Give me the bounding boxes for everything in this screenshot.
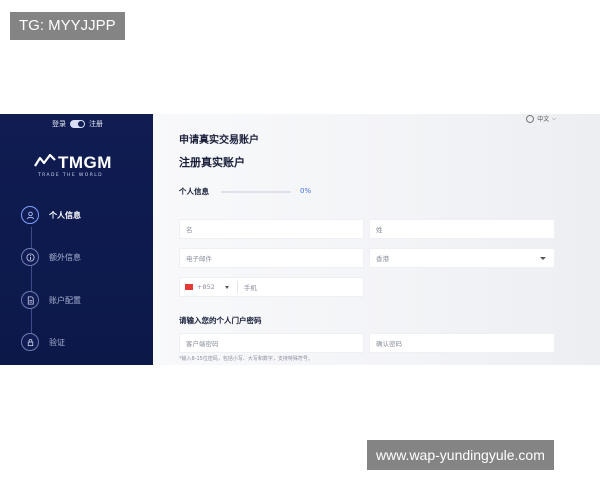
country-code[interactable]: +852 [197, 283, 215, 291]
placeholder: 姓 [376, 226, 383, 234]
confirm-password-input[interactable]: 确认密码 [369, 333, 555, 353]
user-icon [21, 206, 39, 224]
language-selector[interactable]: 中文 ⌵ [526, 114, 556, 123]
step-verification[interactable]: 验证 [21, 332, 65, 352]
caret-down-icon [540, 257, 546, 260]
phone-input[interactable]: +852 手机 [179, 277, 364, 297]
country-select[interactable]: 香港 [369, 248, 555, 268]
register-label: 注册 [89, 120, 103, 128]
password-section-title: 请输入您的个人门户密码 [179, 316, 262, 325]
step-label: 验证 [49, 337, 65, 347]
placeholder: 客户端密码 [186, 340, 219, 348]
document-icon [21, 291, 39, 309]
placeholder: 名 [186, 226, 193, 234]
watermark-bottom: www.wap-yundingyule.com [367, 440, 554, 470]
tmgm-logo: TMGM TRADE THE WORLD [34, 150, 124, 180]
step-account-config[interactable]: 账户配置 [21, 290, 81, 310]
lock-icon [21, 333, 39, 351]
last-name-input[interactable]: 姓 [369, 219, 555, 239]
progress-percent: 0% [300, 187, 312, 195]
step-label: 额外信息 [49, 252, 81, 262]
first-name-input[interactable]: 名 [179, 219, 364, 239]
page-title: 申请真实交易账户 [179, 135, 259, 146]
email-input[interactable]: 电子邮件 [179, 248, 364, 268]
toggle-switch[interactable] [70, 120, 85, 128]
registration-form-area: 中文 ⌵ 申请真实交易账户 注册真实账户 个人信息 0% 名 姓 电子邮件 香港… [153, 114, 600, 365]
section-title-personal-info: 个人信息 [179, 187, 209, 196]
step-personal-info[interactable]: 个人信息 [21, 205, 81, 225]
placeholder: 电子邮件 [186, 255, 212, 263]
placeholder: 手机 [243, 284, 257, 292]
step-label: 账户配置 [49, 295, 81, 305]
progress-bar [221, 191, 291, 193]
chevron-down-icon: ⌵ [552, 115, 556, 122]
steps-connector [31, 227, 32, 345]
sidebar: 登录 注册 TMGM TRADE THE WORLD 个人信息 额外信息 账户配… [0, 114, 153, 365]
login-register-toggle[interactable]: 登录 注册 [52, 119, 103, 129]
caret-down-icon [224, 285, 229, 289]
page-subtitle: 注册真实账户 [179, 156, 245, 169]
info-icon [21, 248, 39, 266]
step-label: 个人信息 [49, 210, 81, 220]
step-extra-info[interactable]: 额外信息 [21, 247, 81, 267]
logo-word: TMGM [58, 153, 112, 172]
language-label: 中文 [537, 116, 550, 123]
logo-mark-icon [34, 154, 56, 167]
logo-tagline: TRADE THE WORLD [38, 173, 104, 178]
globe-icon [526, 114, 535, 123]
flag-icon [185, 284, 193, 290]
login-label: 登录 [52, 120, 66, 128]
divider [236, 281, 238, 293]
password-hint: *输入8-15位密码，包括小写、大写和数字，支持特殊符号。 [179, 356, 313, 362]
placeholder: 确认密码 [376, 340, 402, 348]
selected-value: 香港 [376, 255, 389, 263]
registration-app: 登录 注册 TMGM TRADE THE WORLD 个人信息 额外信息 账户配… [0, 114, 600, 365]
password-input[interactable]: 客户端密码 [179, 333, 364, 353]
watermark-top: TG: MYYJJPP [10, 12, 125, 40]
